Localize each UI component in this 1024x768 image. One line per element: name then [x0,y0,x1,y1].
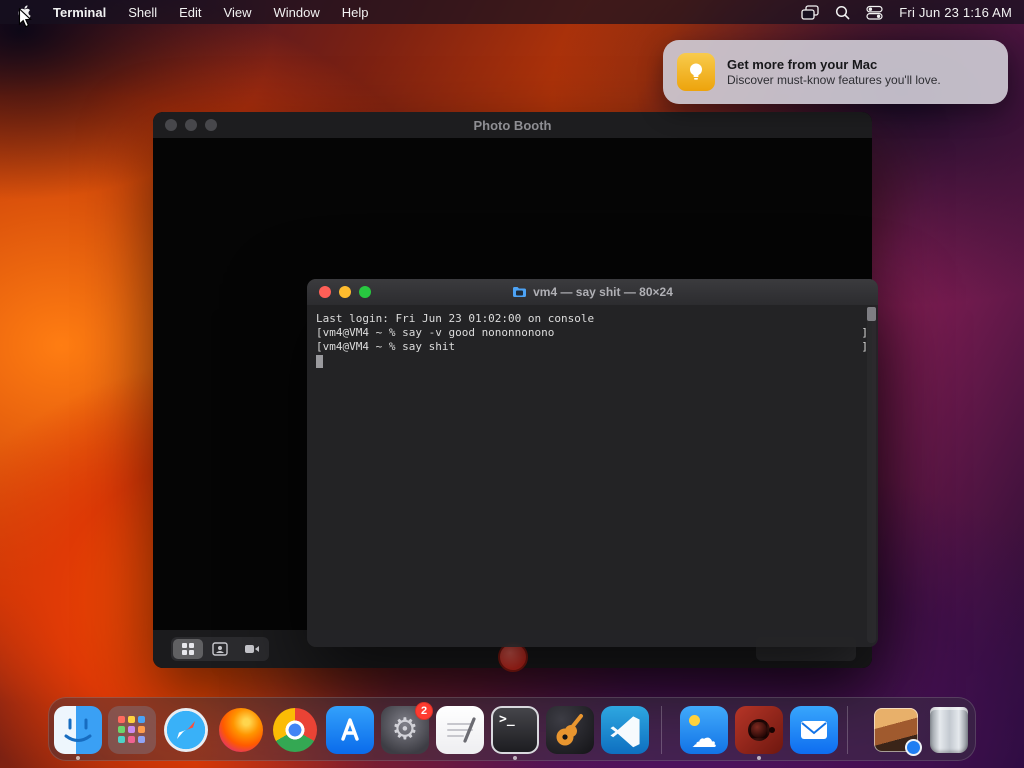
notes-icon [436,706,484,754]
terminal-output[interactable]: Last login: Fri Jun 23 01:02:00 on conso… [307,305,878,647]
terminal-line: [vm4@VM4 ~ % say shit ] [316,340,868,353]
zoom-button[interactable] [359,286,371,298]
downloads-stack-icon [874,708,922,756]
dock-item-terminal[interactable]: >_ [491,706,539,760]
trash-icon [930,707,968,753]
terminal-titlebar[interactable]: vm4 — say shit — 80×24 [307,279,878,305]
window-title: vm4 — say shit — 80×24 [533,285,673,299]
finder-icon [54,706,102,754]
camera-lens-icon [748,719,770,741]
dock-separator [661,706,662,754]
firefox-icon [217,706,265,754]
safari-icon [162,706,210,754]
dock-item-system-settings[interactable]: ⚙ 2 [381,702,433,754]
control-center-icon[interactable] [866,5,883,20]
cloud-icon: ☁ [691,724,717,754]
spotlight-search-icon[interactable] [835,5,850,20]
video-icon [245,645,259,653]
dock-item-chrome[interactable] [271,706,319,754]
dock-item-safari[interactable] [162,706,210,754]
running-indicator [513,756,517,760]
menu-bar-clock[interactable]: Fri Jun 23 1:16 AM [899,5,1012,20]
dock-item-downloads-stack[interactable] [872,706,922,756]
menu-window[interactable]: Window [264,5,330,20]
scrollbar[interactable] [867,307,876,643]
minimize-button[interactable] [185,119,197,131]
chrome-icon [271,706,319,754]
dock-item-mail[interactable] [790,706,838,754]
zoom-button[interactable] [205,119,217,131]
window-title: Photo Booth [473,117,552,133]
terminal-line: Last login: Fri Jun 23 01:02:00 on conso… [316,312,595,325]
notification-title: Get more from your Mac [727,57,878,72]
dock-item-app-store[interactable] [326,706,374,754]
photos-badge-icon [905,739,922,756]
minimize-button[interactable] [339,286,351,298]
dock-item-finder[interactable] [54,706,102,760]
dock-item-vscode[interactable] [601,706,649,754]
weather-icon: ☁ [680,706,728,754]
dock-item-weather[interactable]: ☁ [680,706,728,754]
photo-booth-titlebar[interactable]: Photo Booth [153,112,872,138]
notification-badge: 2 [415,702,433,720]
running-indicator [76,756,80,760]
single-view-button[interactable] [205,639,235,659]
garageband-icon [546,706,594,754]
view-mode-segmented-control [171,637,269,661]
menu-help[interactable]: Help [332,5,379,20]
menu-view[interactable]: View [214,5,262,20]
single-view-icon [212,642,228,656]
mail-icon [790,706,838,754]
vscode-icon [601,706,649,754]
terminal-icon: >_ [491,706,539,754]
dock-item-photo-booth[interactable] [735,706,783,760]
notification-body: Discover must-know features you'll love. [727,73,941,87]
dock-item-firefox[interactable] [217,706,265,754]
menu-bar: Terminal Shell Edit View Window Help Fri… [0,0,1024,24]
dock-item-trash[interactable] [925,706,973,754]
tips-lightbulb-icon [677,53,715,91]
close-button[interactable] [165,119,177,131]
scrollbar-thumb[interactable] [867,307,876,321]
close-button[interactable] [319,286,331,298]
terminal-line: [vm4@VM4 ~ % say -v good nononnonono ] [316,326,868,339]
dock-item-garageband[interactable] [546,706,594,754]
sun-icon [689,715,700,726]
dock-item-notes[interactable] [436,706,484,754]
video-button[interactable] [237,639,267,659]
menu-shell[interactable]: Shell [118,5,167,20]
running-indicator [757,756,761,760]
window-stack-icon[interactable] [801,4,819,20]
dock: ⚙ 2 >_ ☁ [48,697,976,761]
terminal-window[interactable]: vm4 — say shit — 80×24 Last login: Fri J… [307,279,878,647]
dock-item-launchpad[interactable] [108,706,156,754]
grid-view-button[interactable] [173,639,203,659]
menu-edit[interactable]: Edit [169,5,211,20]
launchpad-icon [108,706,156,754]
dock-separator [847,706,848,754]
mouse-cursor [18,7,33,34]
grid-view-icon [182,643,194,655]
active-app-menu[interactable]: Terminal [43,5,116,20]
photo-booth-icon [735,706,783,754]
folder-icon [513,287,527,297]
terminal-prompt-line [316,354,868,368]
app-store-icon [326,706,374,754]
notification-banner[interactable]: Get more from your Mac Discover must-kno… [663,40,1008,104]
terminal-cursor [316,355,323,368]
